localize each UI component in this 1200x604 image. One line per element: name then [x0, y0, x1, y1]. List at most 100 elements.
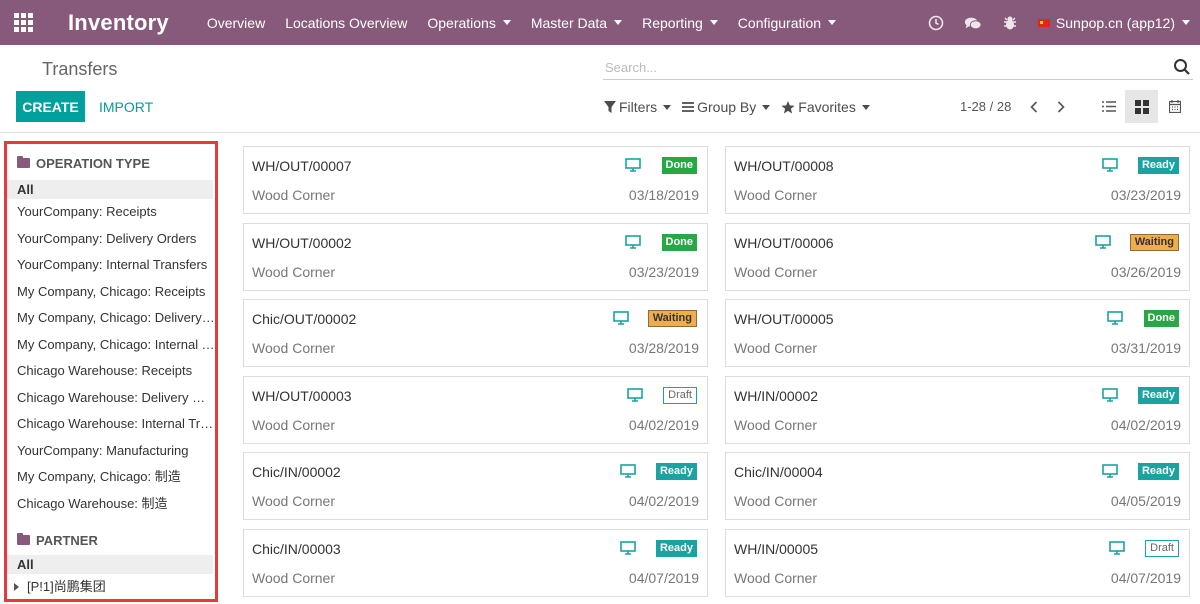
transfer-date: 03/23/2019	[628, 263, 699, 280]
search-input[interactable]	[603, 59, 1173, 75]
transfer-card[interactable]: WH/IN/00005 Draft Wood Corner 04/07/2019	[725, 528, 1190, 597]
chat-icon[interactable]	[964, 14, 982, 32]
menu-item-operations[interactable]: Operations	[427, 14, 511, 31]
breadcrumb: Transfers	[42, 59, 118, 79]
search-icon[interactable]	[1173, 58, 1191, 76]
kanban-view-button[interactable]	[1125, 90, 1158, 123]
caret-right-icon[interactable]	[14, 583, 19, 592]
filter-icon	[604, 100, 616, 113]
flag-icon	[1037, 18, 1050, 27]
star-icon	[781, 100, 795, 113]
import-button[interactable]: IMPORT	[99, 99, 153, 115]
groupby-dropdown[interactable]: Group By	[682, 99, 771, 115]
transfer-card[interactable]: Chic/OUT/00002 Waiting Wood Corner 03/28/20…	[243, 299, 708, 367]
groupby-label: Group By	[697, 99, 757, 115]
clock-icon[interactable]	[927, 14, 945, 32]
transfer-card[interactable]: Chic/IN/00004 Ready Wood Corner 04/05/2019	[725, 452, 1190, 520]
transfer-date: 04/05/2019	[1110, 493, 1181, 509]
favorites-dropdown[interactable]: Favorites	[781, 99, 870, 115]
operation-type-item[interactable]: YourCompany: Receipts	[7, 199, 215, 226]
transfer-partner: Wood Corner	[252, 493, 336, 509]
monitor-icon	[620, 540, 636, 555]
transfer-card[interactable]: WH/IN/00002 Ready Wood Corner 04/02/2019	[725, 375, 1190, 444]
operation-type-item[interactable]: Chicago Warehouse: Receipts	[7, 358, 215, 385]
operation-type-item[interactable]: Chicago Warehouse: Delivery Orders	[7, 385, 215, 412]
operation-type-item[interactable]: My Company, Chicago: Delivery Orders	[7, 305, 215, 332]
transfer-reference: Chic/OUT/00002	[252, 311, 357, 327]
transfer-partner: Wood Corner	[734, 493, 818, 509]
transfer-card[interactable]: WH/OUT/00002 Done Wood Corner 03/23/2019	[243, 222, 708, 291]
menu-item-configuration[interactable]: Configuration	[737, 14, 837, 31]
filters-dropdown[interactable]: Filters	[604, 99, 672, 115]
state-badge: Done	[1143, 310, 1179, 327]
operation-type-list: All YourCompany: Receipts YourCompany: Del…	[7, 180, 215, 517]
menu-item-locations-overview[interactable]: Locations Overview	[285, 15, 407, 31]
menu-item-reporting[interactable]: Reporting	[642, 15, 718, 31]
transfer-card[interactable]: WH/OUT/00003 Draft Wood Corner 04/02/2019	[243, 375, 708, 444]
state-badge: Draft	[663, 386, 697, 404]
monitor-icon	[620, 464, 636, 478]
monitor-icon	[1102, 387, 1118, 402]
company-name: Sunpop.cn (app12)	[1055, 14, 1175, 31]
monitor-icon	[613, 311, 629, 325]
caret-down-icon	[828, 20, 837, 25]
partner-label: [P!1]尚鹏集团	[27, 579, 106, 594]
menu-item-overview[interactable]: Overview	[207, 15, 265, 31]
operation-type-item[interactable]: YourCompany: Manufacturing	[7, 438, 215, 465]
monitor-icon	[1102, 158, 1118, 172]
transfer-card[interactable]: WH/OUT/00008 Ready Wood Corner 03/23/2019	[725, 146, 1190, 214]
chevron-left-icon	[1030, 101, 1038, 113]
transfer-reference: WH/OUT/00008	[734, 158, 834, 174]
transfer-date: 04/02/2019	[628, 416, 699, 433]
operation-type-item[interactable]: Chicago Warehouse: 制造	[7, 491, 215, 518]
operation-type-item[interactable]: Chicago Warehouse: Internal Transfers	[7, 411, 215, 438]
transfer-card[interactable]: Chic/IN/00002 Ready Wood Corner 04/02/2019	[243, 452, 708, 520]
favorites-label: Favorites	[798, 99, 856, 115]
state-badge: Ready	[1137, 463, 1179, 480]
menu-label: Configuration	[737, 14, 822, 31]
kanban-view-icon	[1134, 99, 1149, 114]
transfer-date: 03/23/2019	[1110, 187, 1181, 203]
operation-type-item-all[interactable]: All	[7, 180, 213, 199]
transfer-reference: Chic/IN/00004	[734, 464, 823, 480]
search-options: Filters Group By Favorites	[604, 99, 881, 115]
calendar-view-button[interactable]	[1158, 90, 1191, 123]
create-button[interactable]: CREATE	[16, 91, 85, 122]
operation-type-item[interactable]: My Company, Chicago: 制造	[7, 464, 215, 491]
folder-icon	[17, 156, 30, 168]
menu-item-master-data[interactable]: Master Data	[530, 14, 623, 31]
operation-type-item[interactable]: My Company, Chicago: Internal Transfers	[7, 332, 215, 359]
state-badge: Waiting	[647, 310, 697, 327]
transfer-partner: Wood Corner	[734, 263, 818, 280]
company-switcher[interactable]: Sunpop.cn (app12)	[1037, 14, 1190, 31]
apps-grid-icon[interactable]	[0, 0, 46, 45]
bug-icon[interactable]	[1001, 14, 1019, 32]
partner-item-all[interactable]: All	[7, 555, 213, 574]
operation-type-item[interactable]: YourCompany: Internal Transfers	[7, 252, 215, 279]
pager-previous-button[interactable]	[1027, 98, 1041, 116]
transfer-reference: Chic/IN/00002	[252, 464, 341, 480]
transfer-card[interactable]: WH/OUT/00007 Done Wood Corner 03/18/2019	[243, 146, 708, 214]
pager-next-button[interactable]	[1054, 98, 1068, 116]
state-badge: Done	[661, 233, 697, 251]
monitor-icon	[1095, 234, 1111, 249]
transfer-card[interactable]: WH/OUT/00006 Waiting Wood Corner 03/26/2019	[725, 222, 1190, 291]
operation-type-item[interactable]: My Company, Chicago: Receipts	[7, 279, 215, 306]
transfer-card[interactable]: WH/OUT/00005 Done Wood Corner 03/31/2019	[725, 299, 1190, 367]
list-view-button[interactable]	[1092, 90, 1125, 123]
operation-type-item[interactable]: YourCompany: Delivery Orders	[7, 226, 215, 253]
list-icon	[682, 102, 695, 112]
partner-item[interactable]: [P!1]尚鹏集团	[7, 574, 215, 599]
transfer-reference: WH/OUT/00005	[734, 311, 834, 327]
transfer-date: 03/18/2019	[628, 187, 699, 203]
menu-label: Master Data	[530, 14, 608, 31]
transfer-date: 03/31/2019	[1110, 340, 1181, 356]
state-badge: Draft	[1145, 539, 1179, 557]
transfer-partner: Wood Corner	[252, 187, 336, 203]
transfer-card[interactable]: Chic/IN/00003 Ready Wood Corner 04/07/2019	[243, 528, 708, 597]
pager-value[interactable]: 1-28 / 28	[960, 99, 1011, 114]
app-title: Inventory	[68, 9, 169, 35]
transfer-date: 04/02/2019	[1110, 416, 1181, 433]
menu-label: Operations	[427, 14, 496, 31]
transfer-reference: Chic/IN/00003	[252, 540, 341, 557]
